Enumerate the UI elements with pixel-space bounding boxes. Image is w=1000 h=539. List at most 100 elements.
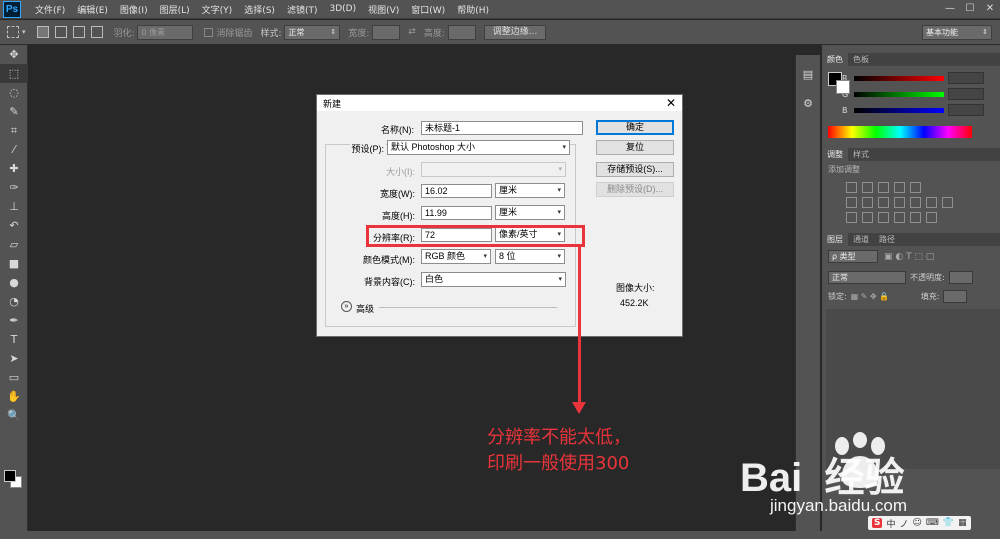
background-select[interactable]: 白色 ▾: [421, 272, 566, 287]
width-opt-input[interactable]: [372, 24, 401, 40]
marquee-preset-icon[interactable]: ▾: [4, 26, 26, 38]
save-preset-button[interactable]: 存储预设(S)...: [596, 162, 674, 177]
adjustment-icons-row-2[interactable]: [822, 193, 1000, 208]
ime-chinese-toggle[interactable]: 中: [886, 517, 895, 530]
feather-input[interactable]: 0 像素: [137, 24, 194, 40]
stamp-tool-icon[interactable]: ⊥: [0, 197, 28, 216]
color-mode-select[interactable]: RGB 颜色 ▾: [421, 249, 491, 264]
swap-icon[interactable]: ⇄: [408, 27, 416, 37]
window-controls: — ☐ ✕: [940, 0, 1000, 19]
antialias-checkbox[interactable]: [204, 27, 214, 37]
blend-mode-select[interactable]: 正常: [828, 271, 906, 284]
opacity-input[interactable]: [948, 271, 973, 284]
sogou-icon[interactable]: S: [872, 518, 883, 528]
healing-tool-icon[interactable]: ✚: [0, 159, 28, 178]
blue-slider[interactable]: [854, 107, 944, 113]
preset-select[interactable]: 默认 Photoshop 大小 ▾: [387, 140, 570, 155]
lock-label: 锁定:: [828, 292, 847, 301]
rectangle-tool-icon[interactable]: ▭: [0, 368, 28, 387]
green-slider[interactable]: [854, 91, 944, 97]
layer-filter-icons[interactable]: ▣ ◐ T ⬚ ▢: [884, 252, 934, 262]
gradient-tool-icon[interactable]: ■: [0, 254, 28, 273]
width-unit-select[interactable]: 厘米 ▾: [495, 183, 565, 198]
adjustment-icons-row-3[interactable]: [822, 208, 1000, 223]
layer-kind-filter[interactable]: ρ 类型: [828, 250, 878, 263]
dodge-tool-icon[interactable]: ◔: [0, 292, 28, 311]
hand-tool-icon[interactable]: ✋: [0, 387, 28, 406]
history-panel-icon[interactable]: ▤: [796, 65, 820, 84]
lasso-tool-icon[interactable]: ◌: [0, 83, 28, 102]
zoom-tool-icon[interactable]: 🔍: [0, 406, 28, 425]
ok-button[interactable]: 确定: [596, 120, 674, 135]
tab-swatches[interactable]: 色板: [848, 53, 874, 66]
type-tool-icon[interactable]: T: [0, 330, 28, 349]
tab-color[interactable]: 颜色: [822, 53, 848, 66]
name-input[interactable]: 未标题-1: [421, 121, 583, 135]
lock-icons[interactable]: ▦ ✎ ✥ 🔒: [851, 292, 917, 301]
path-select-icon[interactable]: ➤: [0, 349, 28, 368]
dialog-close-icon[interactable]: ✕: [666, 97, 676, 109]
fill-input[interactable]: [943, 290, 968, 303]
close-window-button[interactable]: ✕: [980, 0, 1000, 19]
menu-layer[interactable]: 图层(L): [154, 3, 196, 16]
r-value[interactable]: [948, 72, 984, 84]
adjustment-icons-row-1[interactable]: [822, 178, 1000, 193]
tab-adjustments[interactable]: 调整: [822, 148, 848, 161]
reset-button[interactable]: 复位: [596, 140, 674, 155]
brush-tool-icon[interactable]: ✑: [0, 178, 28, 197]
menu-filter[interactable]: 滤镜(T): [281, 3, 324, 16]
ime-skin-icon[interactable]: 👕: [943, 518, 954, 528]
style-select[interactable]: 正常 ⇕: [284, 24, 341, 40]
history-brush-icon[interactable]: ↶: [0, 216, 28, 235]
menu-select[interactable]: 选择(S): [238, 3, 281, 16]
ime-tools-icon[interactable]: ▦: [958, 518, 967, 528]
menu-window[interactable]: 窗口(W): [405, 3, 451, 16]
quick-select-tool-icon[interactable]: ✎: [0, 102, 28, 121]
move-tool-icon[interactable]: ✥: [0, 45, 28, 64]
minimize-button[interactable]: —: [940, 0, 960, 19]
menu-help[interactable]: 帮助(H): [451, 3, 495, 16]
size-select[interactable]: ▾: [421, 162, 566, 177]
maximize-button[interactable]: ☐: [960, 0, 980, 19]
properties-panel-icon[interactable]: ⚙: [796, 94, 820, 113]
red-slider[interactable]: [854, 75, 944, 81]
advanced-label[interactable]: 高级: [356, 302, 374, 315]
color-spectrum[interactable]: [828, 126, 972, 138]
bit-depth-select[interactable]: 8 位 ▾: [495, 249, 565, 264]
menu-file[interactable]: 文件(F): [29, 3, 71, 16]
crop-tool-icon[interactable]: ⌗: [0, 121, 28, 140]
menu-3d[interactable]: 3D(D): [323, 4, 362, 14]
menu-edit[interactable]: 编辑(E): [71, 3, 114, 16]
workspace-select[interactable]: 基本功能 ⇕: [922, 24, 992, 40]
menu-bar: Ps 文件(F) 编辑(E) 图像(I) 图层(L) 文字(Y) 选择(S) 滤…: [0, 0, 1000, 19]
ime-emoji-icon[interactable]: ☺: [913, 518, 922, 528]
blur-tool-icon[interactable]: ●: [0, 273, 28, 292]
eraser-tool-icon[interactable]: ▱: [0, 235, 28, 254]
g-value[interactable]: [948, 88, 984, 100]
panel-bg-swatch[interactable]: [836, 80, 850, 94]
ime-keyboard-icon[interactable]: ⌨: [926, 518, 939, 528]
tab-layers[interactable]: 图层: [822, 233, 848, 246]
height-input[interactable]: 11.99: [421, 206, 492, 220]
background-label: 背景内容(C):: [364, 277, 415, 287]
advanced-toggle-icon[interactable]: »: [341, 301, 352, 312]
foreground-color-swatch[interactable]: [4, 470, 16, 482]
height-opt-label: 高度:: [423, 28, 445, 39]
tab-styles[interactable]: 样式: [848, 148, 874, 161]
pen-tool-icon[interactable]: ✒: [0, 311, 28, 330]
menu-type[interactable]: 文字(Y): [196, 3, 239, 16]
height-unit-select[interactable]: 厘米 ▾: [495, 205, 565, 220]
tab-paths[interactable]: 路径: [874, 233, 900, 246]
color-mode-label: 颜色模式(M):: [363, 255, 415, 265]
tab-channels[interactable]: 通道: [848, 233, 874, 246]
width-input[interactable]: 16.02: [421, 184, 492, 198]
refine-edge-button[interactable]: 调整边缘...: [483, 24, 547, 40]
menu-image[interactable]: 图像(I): [114, 3, 154, 16]
ime-punct-icon[interactable]: ノ: [900, 517, 909, 530]
eyedropper-tool-icon[interactable]: ⁄: [0, 140, 28, 159]
menu-view[interactable]: 视图(V): [362, 3, 405, 16]
selection-mode-icons[interactable]: [34, 26, 106, 38]
marquee-tool-icon[interactable]: ⬚: [0, 64, 28, 83]
b-value[interactable]: [948, 104, 984, 116]
height-opt-input[interactable]: [447, 24, 476, 40]
